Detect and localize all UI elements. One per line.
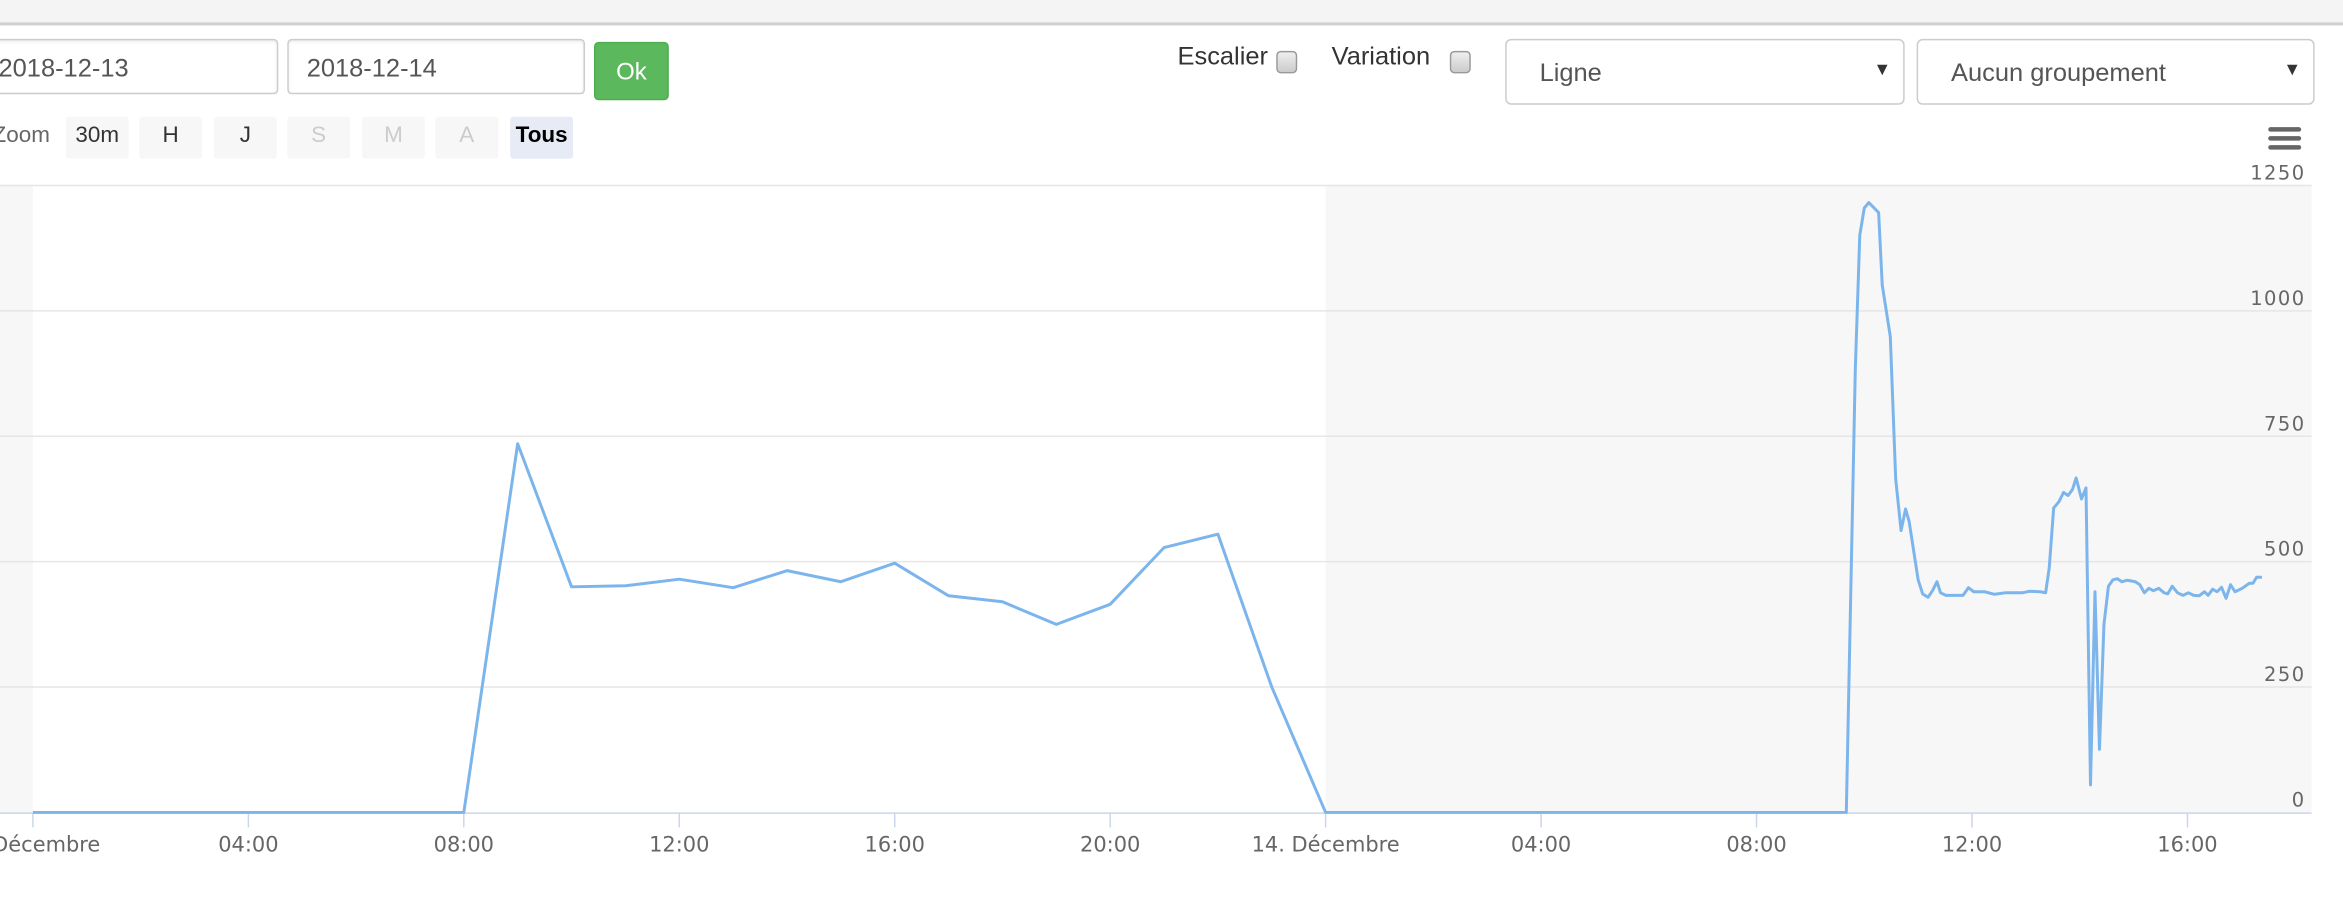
plot-shaded-band [1325, 185, 2312, 813]
y-tick-label: 250 [2264, 663, 2306, 686]
x-tick-label: 14. Décembre [1252, 832, 1400, 856]
x-tick-label: 16:00 [865, 832, 925, 856]
line-chart: 0 250 500 750 1000 1250 3. Décembre 04:00 08:00 1… [0, 162, 2312, 856]
y-tick-label: 1000 [2250, 287, 2305, 310]
x-tick-label: 12:00 [649, 832, 709, 856]
y-tick-label: 1250 [2250, 162, 2305, 185]
y-tick-label: 500 [2264, 538, 2306, 561]
x-tick-label: 04:00 [1511, 832, 1571, 856]
x-tick-label: 16:00 [2157, 832, 2217, 856]
x-tick-label: 12:00 [1942, 832, 2002, 856]
y-tick-label: 0 [2292, 788, 2306, 811]
chart-page: 2018-12-13 2018-12-14 Ok Escalier Variat… [0, 0, 2343, 899]
x-tick-label: 08:00 [1726, 832, 1786, 856]
x-tick-label: 20:00 [1080, 832, 1140, 856]
y-tick-label: 750 [2264, 412, 2306, 435]
x-tick-label: 08:00 [434, 832, 494, 856]
x-tick-label: 3. Décembre [0, 832, 100, 856]
plot-left-band [0, 185, 33, 813]
x-tick-label: 04:00 [218, 832, 278, 856]
